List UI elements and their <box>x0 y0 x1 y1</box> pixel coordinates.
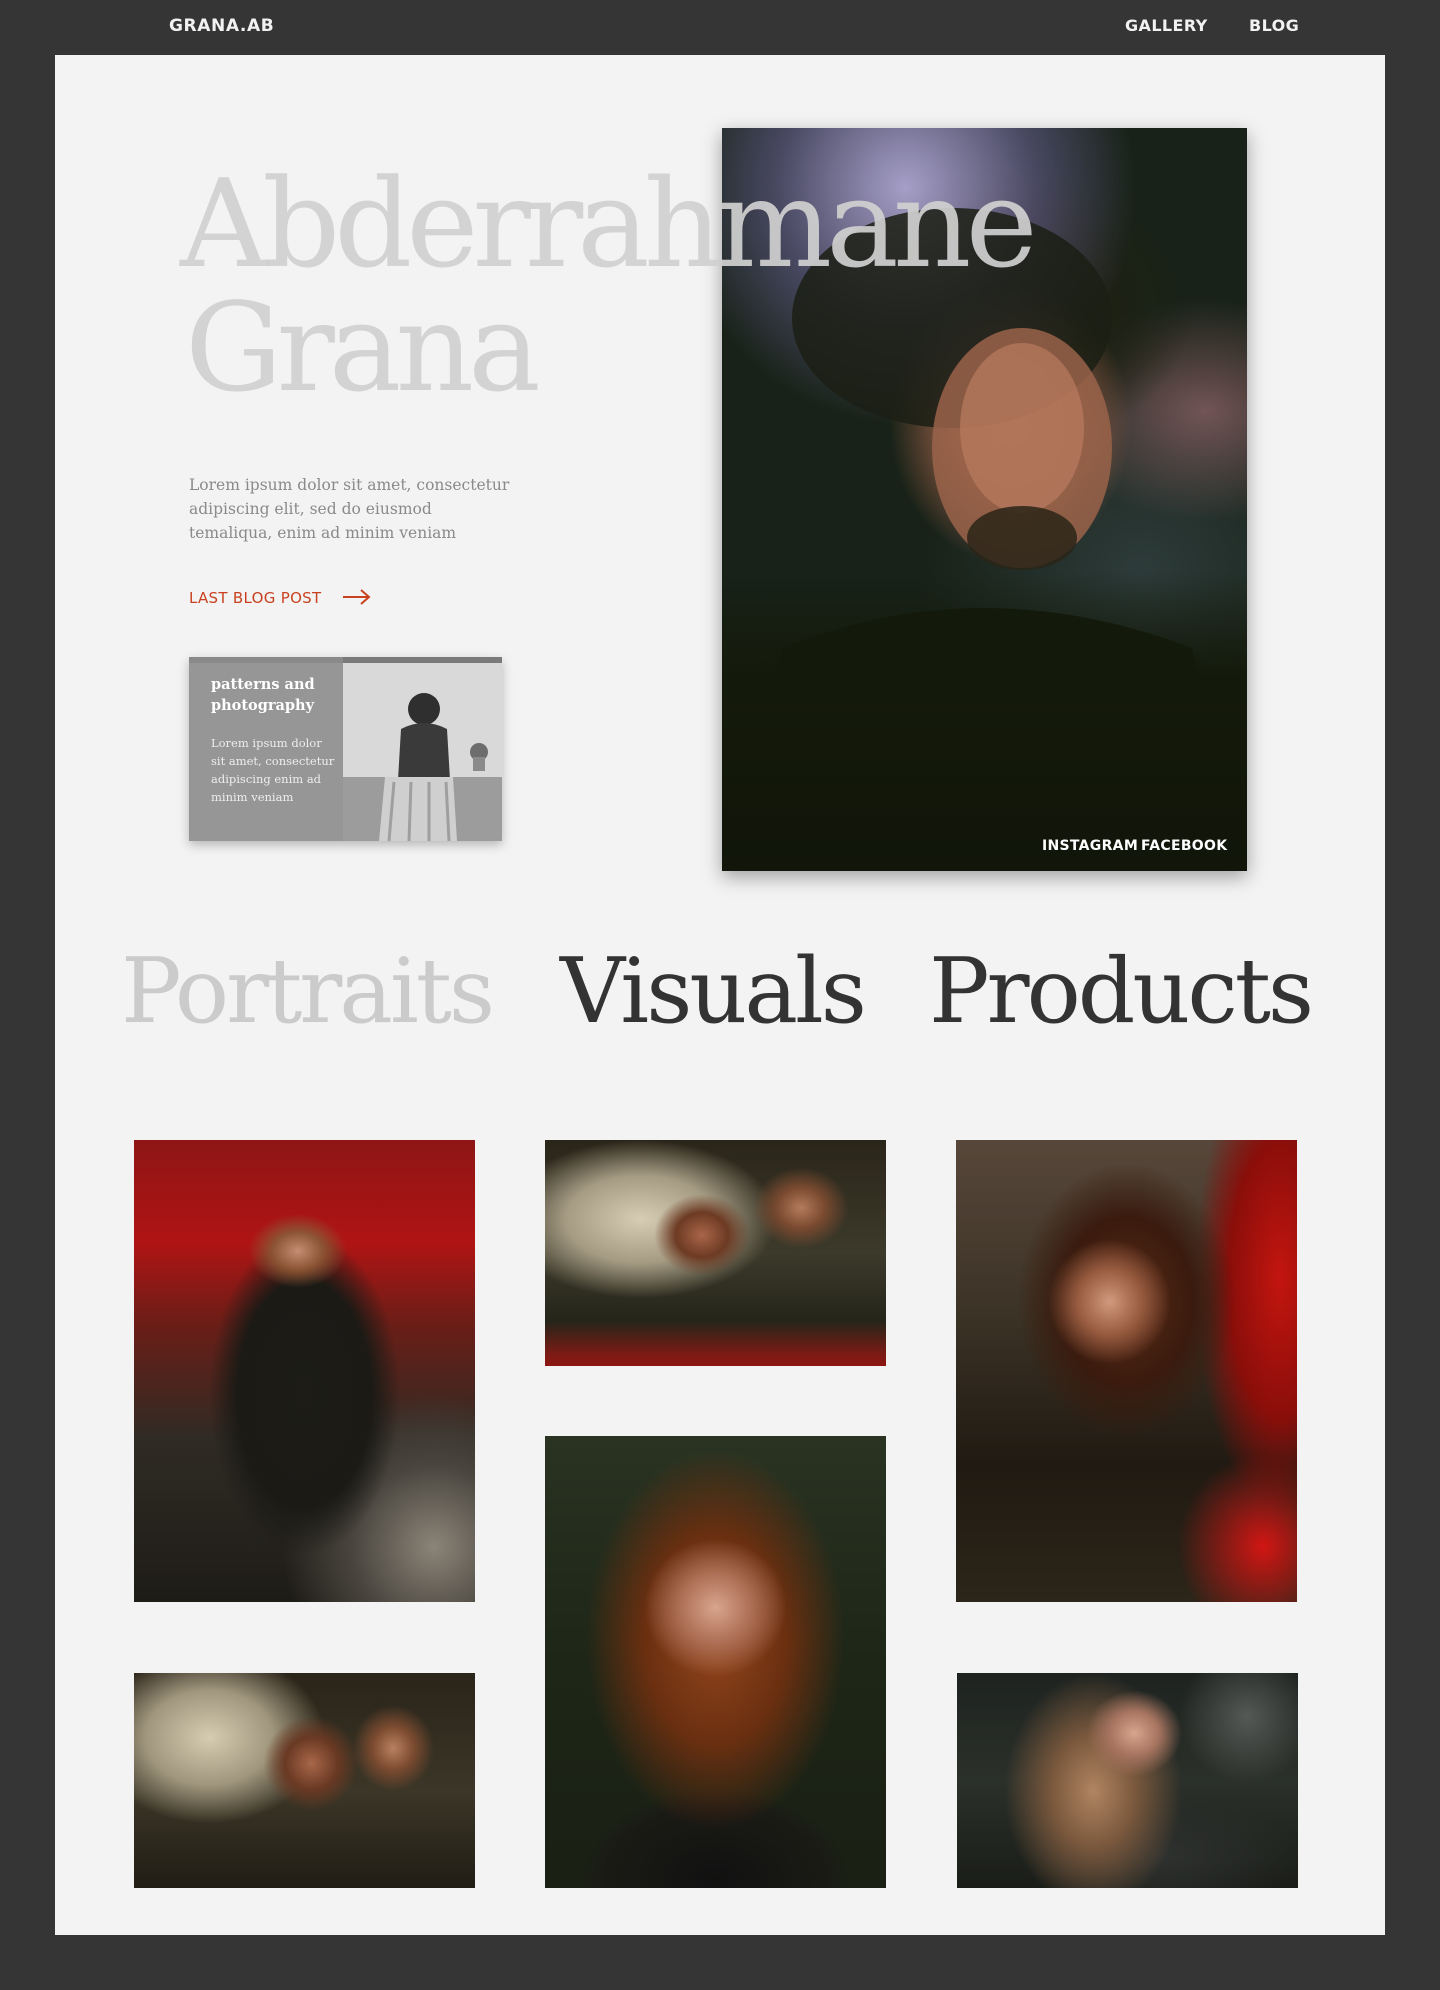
hero-name-first: Abderrahmane <box>180 153 1038 295</box>
category-visuals[interactable]: Visuals <box>560 947 867 1037</box>
category-products[interactable]: Products <box>929 947 1314 1037</box>
facebook-link[interactable]: FACEBOOK <box>1141 838 1227 854</box>
nav-blog[interactable]: BLOG <box>1249 16 1299 35</box>
blog-post-card[interactable]: patterns and photography Lorem ipsum dol… <box>189 657 502 841</box>
arrow-right-icon[interactable] <box>342 587 372 612</box>
top-bar: GRANA.AB GALLERY BLOG <box>0 0 1440 55</box>
gallery-photo-couple-truck-cab[interactable] <box>545 1140 886 1366</box>
site-logo[interactable]: GRANA.AB <box>169 16 274 36</box>
hero-name-last: Grana <box>185 277 541 419</box>
gallery-photo-woman-firetruck[interactable] <box>134 1140 475 1602</box>
gallery-photo-redhead-portrait[interactable] <box>545 1436 886 1888</box>
gallery-photo-couple-driving[interactable] <box>134 1673 475 1888</box>
main-panel: INSTAGRAM FACEBOOK Abderrahmane Grana Lo… <box>55 55 1385 1935</box>
blog-card-text: Lorem ipsum dolor sit amet, consectetur … <box>211 736 335 804</box>
instagram-link[interactable]: INSTAGRAM <box>1042 838 1138 854</box>
hero-photo-shade <box>722 571 1247 871</box>
intro-text: Lorem ipsum dolor sit amet, consectetur … <box>189 476 510 542</box>
blog-card-title: patterns and photography <box>211 676 315 714</box>
gallery-photo-woman-red-door[interactable] <box>956 1140 1297 1602</box>
gallery-photo-woman-foliage[interactable] <box>957 1673 1298 1888</box>
nav-gallery[interactable]: GALLERY <box>1125 16 1208 35</box>
last-blog-post-link[interactable]: LAST BLOG POST <box>189 589 321 607</box>
blog-card-overlay: patterns and photography Lorem ipsum dol… <box>189 657 343 841</box>
category-portraits[interactable]: Portraits <box>121 947 495 1037</box>
